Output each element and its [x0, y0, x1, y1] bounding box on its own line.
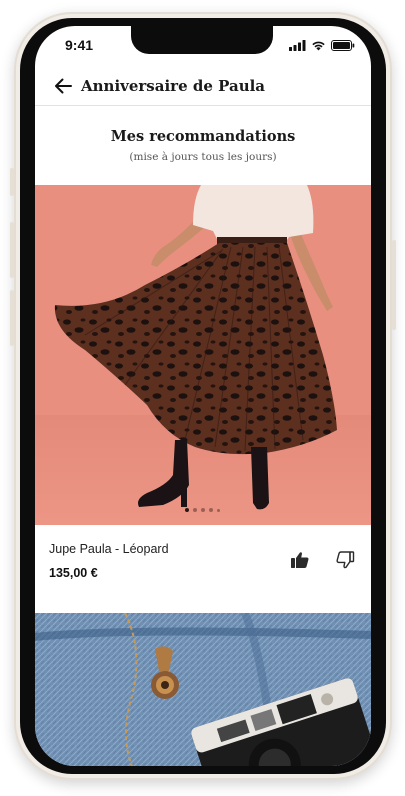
status-time: 9:41 — [65, 37, 94, 53]
volume-down-button — [10, 290, 14, 346]
product-info: Jupe Paula - Léopard 135,00 € — [35, 525, 371, 613]
wifi-icon — [312, 41, 325, 51]
next-product-image[interactable] — [35, 613, 371, 766]
nav-header: Anniversaire de Paula — [35, 66, 371, 106]
page-title: Anniversaire de Paula — [81, 76, 266, 95]
volume-up-button — [10, 222, 14, 278]
like-button[interactable] — [290, 550, 312, 572]
product-price: 135,00 € — [49, 566, 98, 580]
carousel-dot[interactable] — [201, 508, 205, 512]
phone-screen: 9:41 Anniversaire de Paula Mes recommand… — [35, 26, 371, 766]
mute-switch — [10, 168, 14, 196]
carousel-dot[interactable] — [209, 508, 213, 512]
product-image[interactable] — [35, 185, 371, 525]
status-icons — [289, 40, 355, 51]
battery-icon — [331, 40, 355, 51]
carousel-dot[interactable] — [185, 508, 189, 512]
arrow-left-icon — [55, 78, 72, 93]
thumbs-up-icon — [291, 552, 309, 568]
dislike-button[interactable] — [335, 550, 357, 572]
image-carousel-dots[interactable] — [185, 508, 220, 512]
section-subtitle: (mise à jours tous les jours) — [129, 151, 277, 163]
carousel-dot[interactable] — [193, 508, 197, 512]
signal-icon — [289, 40, 306, 51]
power-button — [392, 240, 396, 330]
thumbs-down-icon — [336, 551, 355, 569]
recommendations-header: Mes recommandations (mise à jours tous l… — [35, 128, 371, 163]
denim-camera-photo — [35, 613, 371, 766]
product-card: Jupe Paula - Léopard 135,00 € — [35, 185, 371, 613]
notch — [131, 26, 273, 54]
product-photo — [35, 185, 371, 525]
section-title: Mes recommandations — [110, 128, 296, 145]
product-name[interactable]: Jupe Paula - Léopard — [49, 542, 169, 556]
carousel-dot[interactable] — [217, 508, 220, 512]
back-button[interactable] — [51, 74, 75, 98]
